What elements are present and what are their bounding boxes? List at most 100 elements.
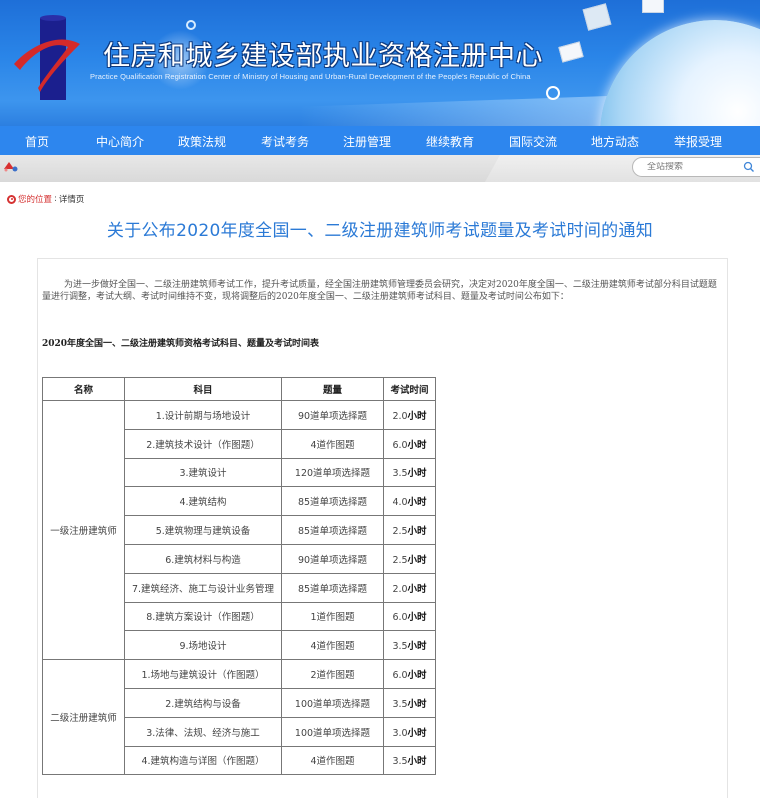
cell-subject: 3.法律、法规、经济与施工	[124, 716, 282, 747]
time-unit: 小时	[407, 439, 427, 451]
cell-category: 一级注册建筑师	[42, 399, 125, 661]
banner-ring-decoration	[186, 20, 196, 30]
cell-time: 3.5小时	[383, 457, 436, 488]
time-value: 3.5	[392, 756, 408, 768]
cell-quantity: 85道单项选择题	[281, 515, 384, 545]
cell-quantity: 90道单项选择题	[281, 400, 384, 430]
cell-subject: 9.场地设计	[124, 630, 282, 661]
cell-quantity: 4道作图题	[281, 745, 384, 776]
time-value: 3.5	[392, 468, 408, 480]
cell-quantity: 4道作图题	[281, 428, 384, 459]
cell-subject: 3.建筑设计	[124, 457, 282, 488]
cell-quantity: 90道单项选择题	[281, 543, 384, 574]
site-subtitle: Practice Qualification Registration Cent…	[90, 72, 531, 81]
page-title: 关于公布2020年度全国一、二级注册建筑师考试题量及考试时间的通知	[106, 221, 654, 241]
cell-subject: 2.建筑技术设计（作图题）	[124, 428, 282, 459]
table-caption: 2020年度全国一、二级注册建筑师资格考试科目、题量及考试时间表	[42, 339, 320, 349]
main-nav: 首页 中心简介 政策法规 考试考务 注册管理 继续教育 国际交流 地方动态 举报…	[0, 126, 760, 155]
time-value: 4.0	[392, 497, 408, 509]
time-unit: 小时	[407, 756, 427, 768]
breadcrumb: 您的位置 : 详情页	[7, 193, 84, 205]
time-unit: 小时	[407, 612, 427, 624]
globe-illustration	[600, 20, 760, 126]
time-value: 2.5	[392, 554, 408, 566]
table-row: 二级注册建筑师 1.场地与建筑设计（作图题） 2道作图题 6.0小时	[42, 659, 436, 776]
cell-subject: 5.建筑物理与建筑设备	[124, 515, 282, 545]
time-value: 6.0	[392, 612, 408, 624]
nav-item-report[interactable]: 举报受理	[674, 133, 722, 150]
time-value: 6.0	[392, 670, 408, 682]
cell-time: 2.0小时	[383, 572, 436, 603]
nav-item-registration[interactable]: 注册管理	[343, 133, 391, 150]
cell-time: 2.5小时	[383, 543, 436, 574]
cell-quantity: 2道作图题	[281, 659, 384, 689]
article-intro: 为进一步做好全国一、二级注册建筑师考试工作，提升考试质量，经全国注册建筑师管理委…	[42, 280, 717, 302]
cell-quantity: 100道单项选择题	[281, 716, 384, 747]
nav-item-exams[interactable]: 考试考务	[261, 133, 309, 150]
time-value: 6.0	[392, 439, 408, 451]
time-unit: 小时	[407, 410, 427, 422]
cell-time: 2.0小时	[383, 400, 436, 430]
breadcrumb-separator: :	[54, 194, 57, 204]
time-unit: 小时	[407, 698, 427, 710]
header-time: 考试时间	[383, 377, 436, 401]
home-icon[interactable]	[3, 160, 19, 172]
cell-subject: 1.场地与建筑设计（作图题）	[124, 659, 282, 689]
cell-quantity: 85道单项选择题	[281, 572, 384, 603]
time-value: 2.5	[392, 526, 408, 538]
time-value: 3.5	[392, 698, 408, 710]
time-unit: 小时	[407, 554, 427, 566]
search-icon[interactable]	[743, 161, 755, 173]
cell-time: 3.0小时	[383, 716, 436, 747]
nav-item-about[interactable]: 中心简介	[96, 133, 144, 150]
search-input[interactable]	[633, 162, 733, 172]
cell-time: 4.0小时	[383, 486, 436, 517]
time-value: 3.0	[392, 727, 408, 739]
envelope-icon	[558, 41, 584, 63]
cell-subject: 7.建筑经济、施工与设计业务管理	[124, 572, 282, 603]
time-value: 3.5	[392, 641, 408, 653]
time-unit: 小时	[407, 526, 427, 538]
cell-subject: 4.建筑构造与详图（作图题）	[124, 745, 282, 776]
site-banner: 住房和城乡建设部执业资格注册中心 Practice Qualification …	[0, 0, 760, 126]
header-subject: 科目	[124, 377, 282, 401]
table-row: 一级注册建筑师 1.设计前期与场地设计 90道单项选择题 2.0小时	[42, 399, 436, 661]
cell-time: 3.5小时	[383, 687, 436, 718]
time-value: 2.0	[392, 410, 408, 422]
cell-time: 6.0小时	[383, 659, 436, 689]
header-name: 名称	[42, 377, 125, 401]
nav-item-local-news[interactable]: 地方动态	[591, 133, 639, 150]
cell-subject: 1.设计前期与场地设计	[124, 400, 282, 430]
cell-quantity: 120道单项选择题	[281, 457, 384, 488]
breadcrumb-current: 详情页	[58, 195, 85, 205]
site-search	[632, 157, 760, 177]
cell-time: 2.5小时	[383, 515, 436, 545]
cell-time: 3.5小时	[383, 630, 436, 661]
cell-quantity: 85道单项选择题	[281, 486, 384, 517]
nav-item-policy[interactable]: 政策法规	[178, 133, 226, 150]
cell-quantity: 1道作图题	[281, 601, 384, 632]
nav-item-home[interactable]: 首页	[25, 133, 49, 150]
time-unit: 小时	[407, 727, 427, 739]
table-body: 一级注册建筑师 1.设计前期与场地设计 90道单项选择题 2.0小时 2.建筑技术设计（…	[42, 399, 436, 776]
cell-subject: 2.建筑结构与设备	[124, 687, 282, 718]
envelope-icon	[642, 0, 664, 13]
site-logo-icon[interactable]	[10, 14, 80, 104]
time-unit: 小时	[407, 583, 427, 595]
header-quantity: 题量	[281, 377, 384, 401]
cell-time: 3.5小时	[383, 745, 436, 776]
cell-quantity: 100道单项选择题	[281, 687, 384, 718]
cell-time: 6.0小时	[383, 601, 436, 632]
cell-quantity: 4道作图题	[281, 630, 384, 661]
time-unit: 小时	[407, 641, 427, 653]
site-title[interactable]: 住房和城乡建设部执业资格注册中心	[103, 34, 543, 73]
cell-time: 6.0小时	[383, 428, 436, 459]
exam-schedule-table: 名称 科目 题量 考试时间 一级注册建筑师 1.设计前期与场地设计 90道单项选择题…	[42, 377, 436, 776]
nav-item-continuing-education[interactable]: 继续教育	[426, 133, 474, 150]
document-icon	[582, 3, 612, 31]
location-pin-icon	[7, 194, 16, 204]
time-value: 2.0	[392, 583, 408, 595]
cell-subject: 4.建筑结构	[124, 486, 282, 517]
nav-item-international[interactable]: 国际交流	[509, 133, 557, 150]
subbar-tab-shape	[0, 155, 500, 182]
